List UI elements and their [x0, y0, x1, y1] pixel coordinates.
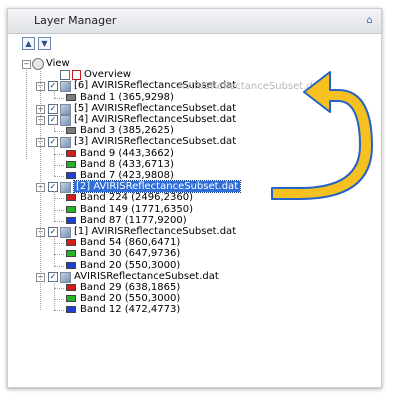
band-label[interactable]: Band 30 (647,9736) — [80, 248, 180, 259]
layer-manager-panel: Layer Manager ⌂ ▲ ▼ − View Overview − ✓ [6] A… — [7, 8, 382, 388]
band-color-icon — [66, 127, 76, 135]
tree-connector — [54, 198, 64, 200]
band-label[interactable]: Band 29 (638,1865) — [80, 282, 180, 293]
band-color-icon — [66, 160, 76, 168]
tree-connector — [54, 131, 64, 133]
band-label[interactable]: Band 9 (443,3662) — [80, 148, 174, 159]
root-label: View — [46, 58, 70, 69]
band-label[interactable]: Band 149 (1771,6350) — [80, 204, 193, 215]
tree-connector — [54, 176, 64, 177]
layer-label[interactable]: [5] AVIRISReflectanceSubset.dat — [74, 103, 236, 114]
band-label[interactable]: Band 7 (423,9808) — [80, 170, 174, 181]
raster-layer-icon — [60, 182, 71, 194]
band-color-icon — [66, 261, 76, 269]
band-label[interactable]: Band 8 (433,6713) — [80, 159, 174, 170]
band-label[interactable]: Band 224 (2496,2360) — [80, 192, 193, 203]
tree-connector — [54, 299, 64, 301]
tree-connector — [54, 124, 55, 132]
layer-checkbox[interactable]: ✓ — [48, 103, 58, 114]
tree-connector — [26, 68, 27, 159]
band-color-icon — [66, 284, 76, 291]
tree-connector — [54, 146, 55, 176]
tree-connector — [54, 164, 64, 166]
band-label[interactable]: Band 3 (385,2625) — [80, 125, 174, 136]
band-color-icon — [66, 205, 76, 213]
tree-connector — [54, 97, 64, 99]
band-color-icon — [66, 216, 76, 224]
layer-label-ghost: AVIRISReflectanceSubset.dat — [178, 81, 323, 93]
tree-connector — [54, 288, 64, 289]
raster-layer-icon — [60, 103, 71, 115]
raster-layer-icon — [60, 115, 71, 126]
band-color-icon — [66, 149, 76, 157]
layer-label[interactable]: AVIRISReflectanceSubset.dat — [74, 271, 219, 282]
tree-connector — [54, 265, 64, 267]
tree-connector — [54, 220, 64, 222]
tree-connector — [54, 153, 64, 155]
raster-layer-icon — [60, 227, 71, 238]
layer-label[interactable]: [1] AVIRISReflectanceSubset.dat — [74, 226, 236, 237]
layer-checkbox[interactable]: ✓ — [48, 81, 58, 92]
tree-connector — [54, 243, 64, 245]
layer-checkbox[interactable]: ✓ — [48, 137, 58, 148]
layer-checkbox[interactable]: ✓ — [48, 271, 58, 282]
tree-connector — [54, 90, 55, 98]
raster-layer-icon — [60, 271, 71, 283]
band-label[interactable]: Band 1 (365,9298) — [80, 92, 174, 103]
tree-connector — [54, 310, 64, 312]
layer-tree: − View Overview − ✓ [6] AVIRISReflectanceSubs… — [8, 9, 381, 387]
layer-label[interactable]: [4] AVIRISReflectanceSubset.dat — [74, 114, 236, 125]
tree-connector — [54, 209, 64, 211]
layer-checkbox[interactable]: ✓ — [48, 115, 58, 125]
band-color-icon — [66, 295, 76, 303]
tree-connector — [54, 191, 55, 221]
band-label[interactable]: Band 87 (1177,9200) — [80, 215, 187, 226]
band-label[interactable]: Band 20 (550,3000) — [80, 293, 180, 304]
view-icon — [32, 58, 44, 70]
layer-checkbox[interactable]: ✓ — [48, 227, 58, 237]
raster-layer-icon — [60, 137, 71, 149]
band-label[interactable]: Band 20 (550,3000) — [80, 260, 180, 271]
layer-checkbox[interactable]: ✓ — [48, 182, 58, 193]
tree-connector — [54, 280, 55, 311]
overview-label: Overview — [84, 69, 132, 81]
overview-icon — [72, 70, 81, 81]
layer-label[interactable]: [3] AVIRISReflectanceSubset.dat — [74, 136, 236, 147]
tree-connector — [54, 254, 64, 256]
band-label[interactable]: Band 54 (860,6471) — [80, 237, 180, 248]
layer-label[interactable]: [2] AVIRISReflectanceSubset.dat — [72, 180, 242, 194]
band-color-icon — [66, 239, 76, 247]
raster-layer-icon — [60, 81, 71, 93]
band-color-icon — [66, 250, 76, 258]
band-color-icon — [66, 306, 76, 314]
band-color-icon — [66, 194, 76, 202]
band-label[interactable]: Band 12 (472,4773) — [80, 304, 180, 315]
band-color-icon — [66, 93, 76, 101]
tree-connector — [40, 69, 41, 310]
overview-checkbox[interactable] — [60, 70, 70, 81]
tree-connector — [54, 236, 55, 266]
band-color-icon — [66, 172, 76, 179]
